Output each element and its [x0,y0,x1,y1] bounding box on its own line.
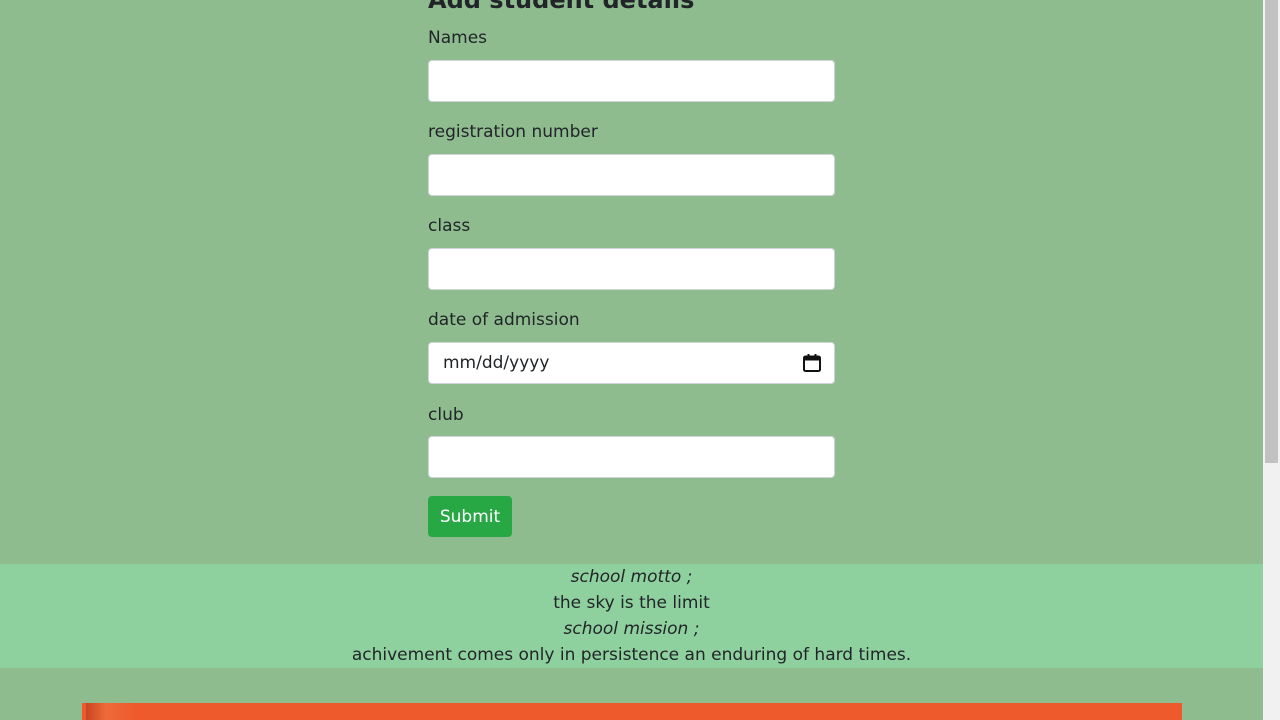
motto-text: the sky is the limit [553,593,710,613]
names-label: Names [428,28,488,48]
scrollbar-thumb[interactable] [1265,0,1278,463]
submit-button[interactable]: Submit [428,496,512,537]
class-input[interactable] [428,248,835,290]
school-info-footer: school motto ; the sky is the limit scho… [0,564,1263,668]
calendar-icon[interactable] [802,353,822,373]
mission-text: achivement comes only in persistence an … [351,645,912,665]
vertical-scrollbar[interactable] [1263,0,1280,720]
names-input[interactable] [428,60,835,102]
date-of-admission-label: date of admission [428,310,580,330]
registration-number-input[interactable] [428,154,835,196]
club-label: club [428,405,464,425]
motto-heading: school motto ; [570,567,693,587]
registration-number-label: registration number [428,122,598,142]
date-of-admission-input[interactable]: mm/dd/yyyy [428,342,835,384]
club-input[interactable] [428,436,835,478]
date-placeholder: mm/dd/yyyy [443,353,550,373]
mission-heading: school mission ; [563,619,700,639]
orange-banner [82,703,1182,720]
class-label: class [428,216,471,236]
form-title: Add student details [428,0,695,14]
